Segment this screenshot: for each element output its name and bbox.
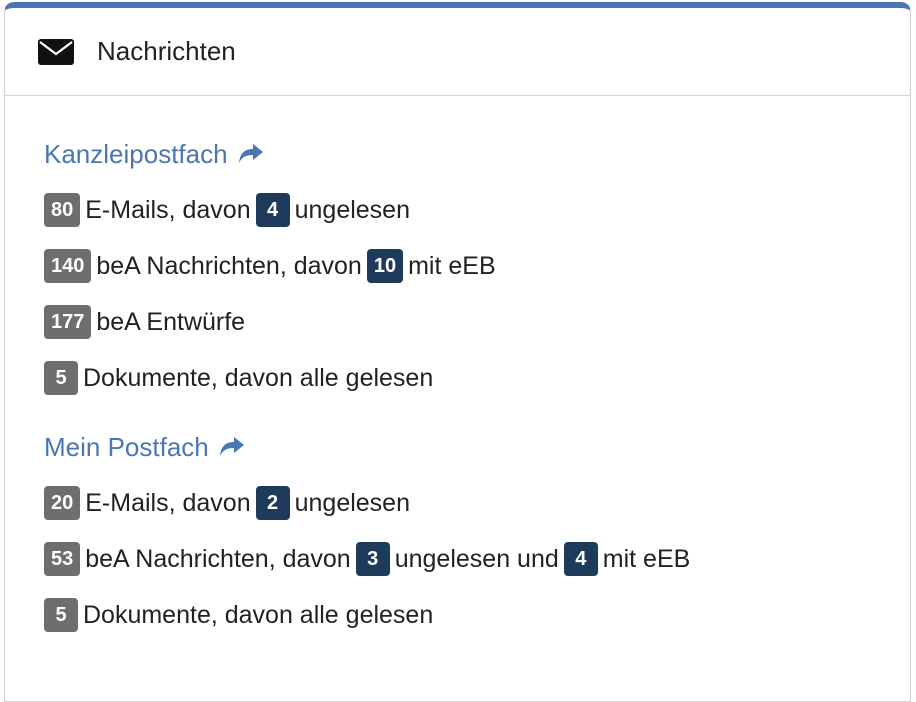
section-link-kanzleipostfach[interactable]: Kanzleipostfach [44, 137, 910, 171]
card-title: Nachrichten [97, 36, 236, 66]
row-text: beA Nachrichten, davon [85, 544, 351, 573]
row-text: beA Nachrichten, davon [96, 251, 362, 280]
list-item: 80 E-Mails, davon 4 ungelesen [44, 193, 910, 227]
row-text: mit eEB [408, 251, 496, 280]
row-text: mit eEB [602, 544, 691, 573]
count-badge: 20 [44, 486, 81, 520]
list-item: 53 beA Nachrichten, davon 3 ungelesen un… [44, 542, 910, 576]
share-arrow-icon[interactable] [219, 436, 245, 458]
unread-badge: 2 [255, 486, 290, 520]
count-badge: 5 [44, 598, 78, 632]
row-text: Dokumente, davon alle gelesen [83, 363, 434, 392]
row-text: ungelesen und [394, 544, 559, 573]
eeb-badge: 10 [366, 249, 404, 283]
row-text: E-Mails, davon [85, 488, 251, 517]
row-text: Dokumente, davon alle gelesen [83, 600, 434, 629]
section-title[interactable]: Kanzleipostfach [44, 139, 228, 170]
list-item: 5 Dokumente, davon alle gelesen [44, 598, 910, 632]
list-item: 20 E-Mails, davon 2 ungelesen [44, 486, 910, 520]
row-text: E-Mails, davon [85, 195, 251, 224]
unread-badge: 4 [255, 193, 290, 227]
section-rows-kanzleipostfach: 80 E-Mails, davon 4 ungelesen 140 beA Na… [44, 193, 910, 395]
section-link-mein-postfach[interactable]: Mein Postfach [44, 430, 910, 464]
envelope-icon [37, 38, 75, 66]
unread-badge: 3 [355, 542, 390, 576]
count-badge: 5 [44, 361, 78, 395]
eeb-badge: 4 [563, 542, 598, 576]
row-text: ungelesen [294, 195, 410, 224]
list-item: 5 Dokumente, davon alle gelesen [44, 361, 910, 395]
section-rows-mein-postfach: 20 E-Mails, davon 2 ungelesen 53 beA Nac… [44, 486, 910, 632]
card-header: Nachrichten [5, 8, 910, 96]
count-badge: 140 [44, 249, 92, 283]
list-item: 140 beA Nachrichten, davon 10 mit eEB [44, 249, 910, 283]
row-text: ungelesen [294, 488, 410, 517]
share-arrow-icon[interactable] [238, 143, 264, 165]
count-badge: 80 [44, 193, 81, 227]
list-item: 177 beA Entwürfe [44, 305, 910, 339]
card-body: Kanzleipostfach 80 E-Mails, davon 4 unge… [5, 137, 910, 632]
row-text: beA Entwürfe [96, 307, 246, 336]
messages-card: Nachrichten Kanzleipostfach 80 E-Mails, … [4, 2, 911, 702]
count-badge: 53 [44, 542, 81, 576]
section-title[interactable]: Mein Postfach [44, 432, 209, 463]
count-badge: 177 [44, 305, 92, 339]
